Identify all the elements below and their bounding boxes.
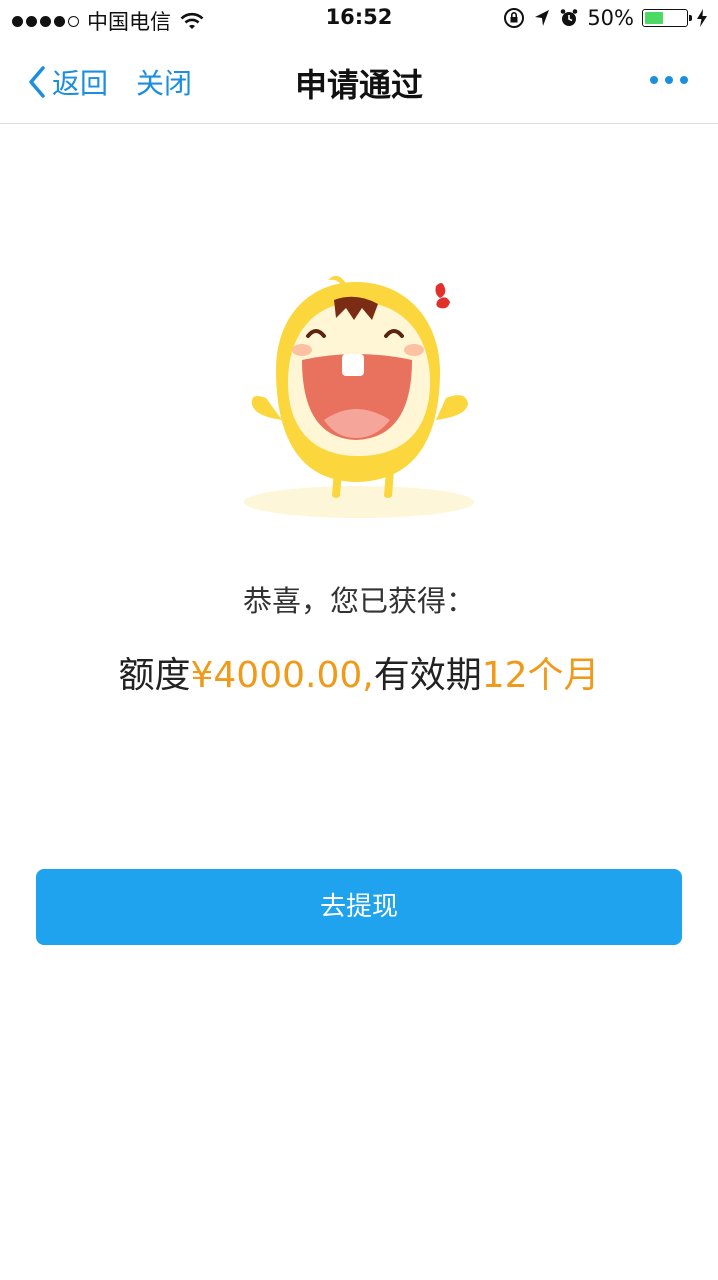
quota-result-line: 额度¥4000.00,有效期12个月	[0, 646, 718, 698]
battery-icon	[642, 9, 692, 27]
status-right: 50%	[503, 6, 708, 30]
withdraw-button[interactable]: 去提现	[36, 869, 682, 945]
congrats-text: 恭喜，您已获得：	[242, 584, 475, 618]
happy-yellow-mascot-icon	[244, 275, 474, 518]
charging-bolt-icon	[697, 9, 707, 27]
quota-amount: ¥4000.00,	[190, 655, 374, 696]
battery-percent: 50%	[587, 6, 634, 30]
more-dots-icon[interactable]	[650, 76, 688, 84]
validity-label: 有效期	[373, 655, 482, 696]
battery-fill	[645, 12, 663, 24]
location-arrow-icon	[535, 10, 550, 26]
status-bar: 中国电信 16:52 50%	[0, 0, 718, 38]
alarm-icon	[561, 9, 578, 26]
quota-label: 额度	[118, 655, 191, 696]
nav-bar: 返回 关闭 申请通过	[0, 38, 718, 124]
rotation-lock-icon	[504, 8, 525, 28]
validity-value: 12个月	[481, 655, 600, 696]
page-title: 申请通过	[294, 66, 423, 104]
